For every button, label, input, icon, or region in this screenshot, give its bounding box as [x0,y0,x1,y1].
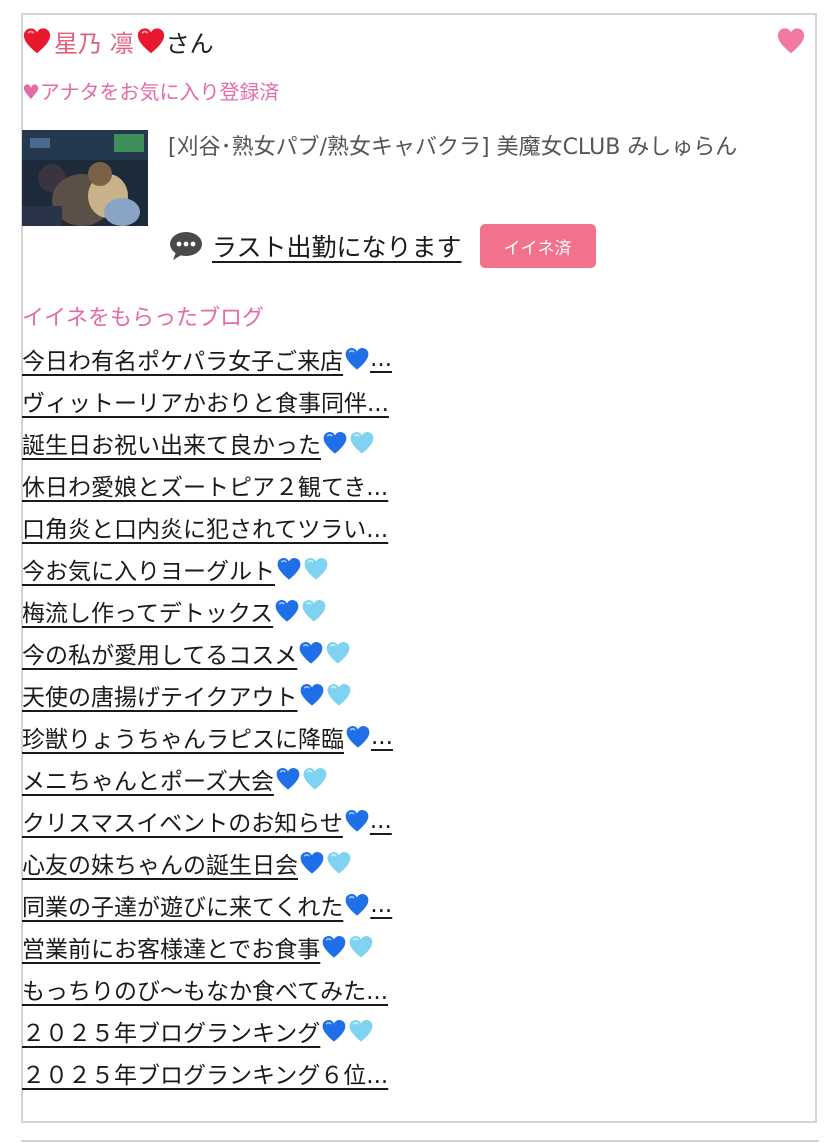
blog-list-item: もっちりのび〜もなか食べてみた... [22,968,393,1010]
blue-heart-icon [275,600,299,622]
liked-badge[interactable]: イイネ済 [479,224,596,268]
blog-list-item: ２０２５年ブログランキング６位... [22,1052,393,1094]
speech-bubble-icon [170,232,202,260]
blog-list-item: メニちゃんとポーズ大会 [22,758,393,800]
blog-title: ２０２５年ブログランキング６位... [22,1063,389,1089]
blue-heart-icon [299,642,323,664]
blog-list-item: 心友の妹ちゃんの誕生日会 [22,842,393,884]
blog-list-item: 今お気に入りヨーグルト [22,548,393,590]
shop-name[interactable]: [刈谷･熟女パブ/熟女キャバクラ] 美魔女CLUB みしゅらん [168,130,778,166]
blog-list-item: 天使の唐揚げテイクアウト [22,674,393,716]
light-blue-heart-icon [349,1020,373,1042]
shop-photo [22,130,148,226]
pink-heart-icon[interactable] [776,26,806,56]
blue-heart-icon [322,936,346,958]
blog-link[interactable]: 休日わ愛娘とズートピア２観てき... [22,468,388,502]
blog-list-item: 珍獣りょうちゃんラピスに降臨... [22,716,393,758]
red-heart-icon [23,28,51,54]
blog-link[interactable]: 同業の子達が遊びに来てくれた... [22,888,392,922]
blog-list-item: ２０２５年ブログランキング [22,1010,393,1052]
blog-title: 口角炎と口内炎に犯されてツラい... [22,517,389,543]
blog-title: もっちりのび〜もなか食べてみた... [22,979,389,1005]
blog-title: 同業の子達が遊びに来てくれた [22,895,344,921]
blog-title: 今の私が愛用してるコスメ [22,643,298,669]
blue-heart-icon [300,684,323,706]
blog-link[interactable]: ヴィットーリアかおりと食事同伴... [22,384,389,418]
blog-title: 営業前にお客様達とでお食事 [22,937,321,963]
blog-link[interactable]: ２０２５年ブログランキング６位... [22,1056,388,1090]
blog-list-item: 同業の子達が遊びに来てくれた... [22,884,393,926]
light-blue-heart-icon [350,432,374,454]
blog-title: クリスマスイベントのお知らせ [22,811,343,837]
blue-heart-icon [322,1020,346,1042]
name-suffix: さん [165,29,214,58]
blue-heart-icon [345,894,369,916]
blog-title: ヴィットーリアかおりと食事同伴... [22,391,389,417]
light-blue-heart-icon [303,768,327,790]
blog-link[interactable]: 今日わ有名ポケパラ女子ご来店... [22,342,392,376]
blue-heart-icon [345,810,369,832]
liked-blogs-heading: イイネをもらったブログ [22,306,265,331]
blog-title-ellipsis: ... [369,808,392,834]
blog-link[interactable]: 梅流し作ってデトックス [22,594,327,628]
blog-link[interactable]: 珍獣りょうちゃんラピスに降臨... [22,720,393,754]
blog-list-item: 誕生日お祝い出来て良かった [22,422,393,464]
blog-title: 珍獣りょうちゃんラピスに降臨 [22,727,344,753]
blog-list-item: 休日わ愛娘とズートピア２観てき... [22,464,393,506]
blog-list-item: 営業前にお客様達とでお食事 [22,926,393,968]
blue-heart-icon [276,768,300,790]
blue-heart-icon [323,432,347,454]
blog-link[interactable]: ２０２５年ブログランキング [22,1014,374,1048]
blog-title-ellipsis: ... [370,892,393,918]
blog-link[interactable]: クリスマスイベントのお知らせ... [22,804,392,838]
blog-list-item: 梅流し作ってデトックス [22,590,393,632]
blue-heart-icon [277,558,301,580]
card-divider [21,1140,819,1142]
blog-link[interactable]: 口角炎と口内炎に犯されてツラい... [22,510,388,544]
blog-title: 休日わ愛娘とズートピア２観てき... [22,475,389,501]
liked-blog-list: 今日わ有名ポケパラ女子ご来店... ヴィットーリアかおりと食事同伴... 誕生日お祝… [22,338,393,1094]
blog-link[interactable]: 誕生日お祝い出来て良かった [22,426,375,460]
blue-heart-icon [300,852,324,874]
blog-link[interactable]: メニちゃんとポーズ大会 [22,762,328,796]
blog-link[interactable]: 今お気に入りヨーグルト [22,552,329,586]
blog-title: 天使の唐揚げテイクアウト [22,685,298,711]
blog-title-ellipsis: ... [371,724,393,750]
blog-title: メニちゃんとポーズ大会 [22,769,274,795]
light-blue-heart-icon [327,852,351,874]
favorite-status: ♥アナタをお気に入り登録済 [22,80,280,104]
blog-link[interactable]: 心友の妹ちゃんの誕生日会 [22,846,352,880]
light-blue-heart-icon [304,558,328,580]
shop-thumbnail[interactable] [22,130,148,226]
blog-link[interactable]: 営業前にお客様達とでお食事 [22,930,374,964]
light-blue-heart-icon [327,684,350,706]
status-link[interactable]: ラスト出勤になります [212,228,462,264]
cast-name-row[interactable]: 星乃 凛 さん [22,24,214,58]
blog-title: 今日わ有名ポケパラ女子ご来店 [22,349,344,375]
blog-title: ２０２５年ブログランキング [22,1021,321,1047]
blog-title: 心友の妹ちゃんの誕生日会 [22,853,298,879]
blog-list-item: 口角炎と口内炎に犯されてツラい... [22,506,393,548]
blog-link[interactable]: 天使の唐揚げテイクアウト [22,678,352,712]
blog-title: 誕生日お祝い出来て良かった [22,433,321,459]
light-blue-heart-icon [302,600,326,622]
cast-name[interactable]: 星乃 凛 [54,24,134,59]
blog-list-item: クリスマスイベントのお知らせ... [22,800,393,842]
blog-list-item: 今の私が愛用してるコスメ [22,632,393,674]
status-row: ラスト出勤になります イイネ済 [168,222,596,270]
blog-link[interactable]: もっちりのび〜もなか食べてみた... [22,972,388,1006]
light-blue-heart-icon [326,642,350,664]
blog-title-ellipsis: ... [370,346,393,372]
blog-list-item: ヴィットーリアかおりと食事同伴... [22,380,393,422]
blue-heart-icon [345,348,369,370]
blue-heart-icon [346,726,370,748]
light-blue-heart-icon [349,936,373,958]
blog-title: 今お気に入りヨーグルト [22,559,275,585]
blog-title: 梅流し作ってデトックス [22,601,274,627]
blog-link[interactable]: 今の私が愛用してるコスメ [22,636,351,670]
blog-list-item: 今日わ有名ポケパラ女子ご来店... [22,338,393,380]
red-heart-icon [137,28,164,54]
